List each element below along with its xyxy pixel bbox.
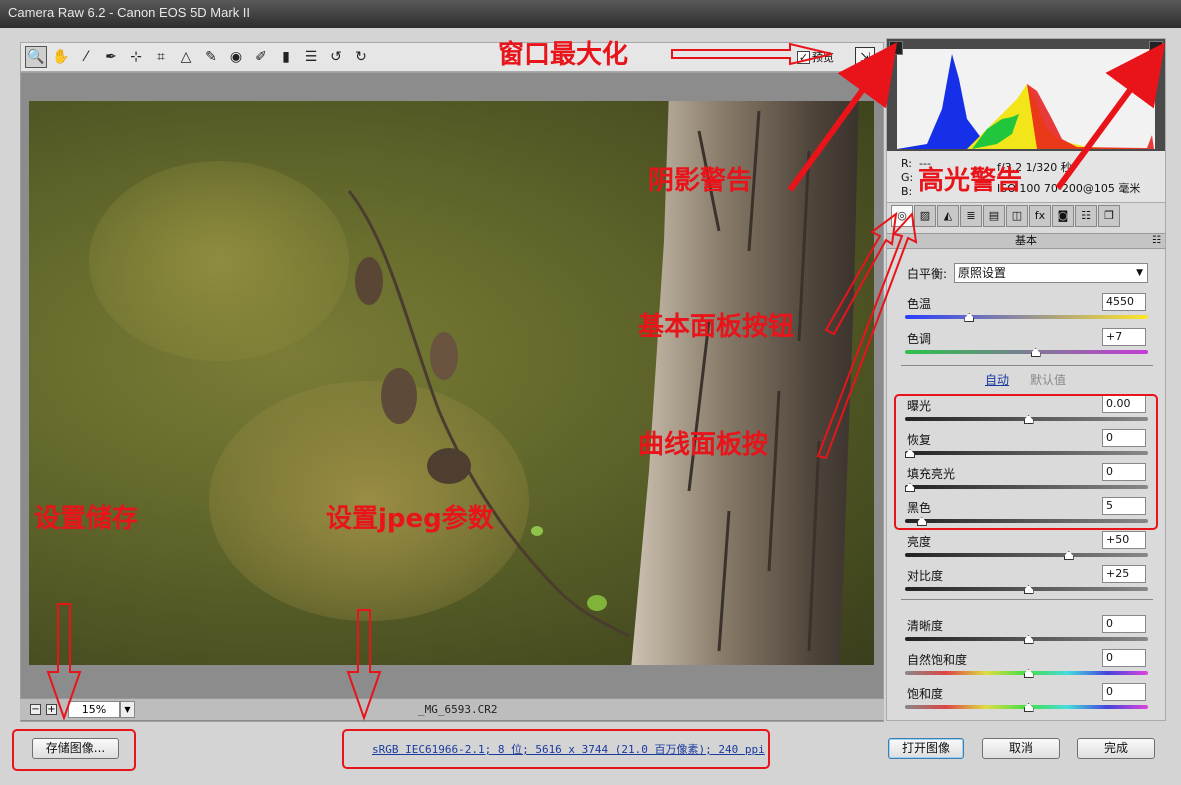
preview-checkbox[interactable]: ✓ [797, 50, 810, 64]
rotate-cw-icon[interactable]: ↻ [350, 46, 372, 68]
image-preview-area [20, 72, 884, 722]
annotation-save-settings: 设置储存 [34, 504, 139, 534]
slider-label: 色温 [907, 297, 932, 311]
histogram [887, 39, 1165, 151]
slider-label: 饱和度 [907, 687, 944, 701]
right-panel: R: --- G: B: f/3.2 1/320 秒 ISO 100 70-20… [886, 38, 1166, 721]
annotation-box-save [12, 729, 136, 771]
slider-value-field[interactable]: 0 [1102, 615, 1146, 633]
done-button[interactable]: 完成 [1077, 738, 1155, 759]
chevron-down-icon: ▼ [1136, 268, 1143, 278]
hand-icon[interactable]: ✋ [50, 46, 72, 68]
panel-tab-3-icon[interactable]: ≣ [960, 205, 982, 227]
slider-label: 对比度 [907, 569, 944, 583]
window-title: Camera Raw 6.2 - Canon EOS 5D Mark II [0, 0, 1181, 28]
panel-header: 基本 ☷ [887, 233, 1165, 249]
slider-label: 色调 [907, 332, 932, 346]
preview-toggle[interactable]: ✓ 预览 [797, 49, 834, 65]
panel-tabs: ◎ ▨ ◭ ≣ ▤ ◫ fx ◙ ☷ ❐ [891, 205, 1163, 231]
panel-tab-0-icon[interactable]: ◎ [891, 205, 913, 227]
white-balance-select[interactable]: 原照设置 ▼ [954, 263, 1148, 283]
shadow-clipping-warning-icon[interactable] [889, 41, 903, 55]
annotation-maximize: 窗口最大化 [498, 40, 629, 70]
panel-tab-8-icon[interactable]: ☷ [1075, 205, 1097, 227]
slider-value-field[interactable]: 0 [1102, 649, 1146, 667]
white-balance-icon[interactable]: ⁄ [75, 46, 97, 68]
target-adjust-icon[interactable]: ⊹ [125, 46, 147, 68]
branch-with-leaves [347, 190, 630, 638]
zoom-level-field[interactable]: 15% [68, 701, 120, 718]
white-balance-label: 白平衡: [907, 267, 948, 281]
panel-title: 基本 [1015, 234, 1037, 247]
tool-group: 🔍 ✋ ⁄ ✒ ⊹ ⌗ △ ✎ ◉ ✐ ▮ ☰ ↺ ↻ [25, 46, 375, 68]
preview-label: 预览 [812, 51, 834, 64]
annotation-box-tone-sliders [894, 394, 1158, 530]
fullscreen-toggle-icon[interactable]: ⇲ [855, 47, 875, 67]
open-image-button[interactable]: 打开图像 [888, 738, 964, 759]
annotation-basic-panel: 基本面板按钮 [638, 312, 795, 342]
color-sampler-icon[interactable]: ✒ [100, 46, 122, 68]
auto-link[interactable]: 自动 [985, 371, 1009, 388]
annotation-jpeg-settings: 设置jpeg参数 [326, 504, 494, 534]
slider-value-field[interactable]: +25 [1102, 565, 1146, 583]
status-bar: − + 15% ▼ _MG_6593.CR2 [20, 698, 884, 720]
annotation-box-workflow [342, 729, 770, 769]
slider-track[interactable] [905, 350, 1148, 354]
histogram-graph [887, 39, 1165, 151]
spot-removal-icon[interactable]: ✎ [200, 46, 222, 68]
annotation-curve-panel: 曲线面板按 [638, 430, 769, 460]
rotate-ccw-icon[interactable]: ↺ [325, 46, 347, 68]
slider-track[interactable] [905, 553, 1148, 557]
crop-icon[interactable]: ⌗ [150, 46, 172, 68]
r-label: R: [901, 157, 913, 170]
b-label: B: [901, 185, 913, 198]
toolbar: 🔍 ✋ ⁄ ✒ ⊹ ⌗ △ ✎ ◉ ✐ ▮ ☰ ↺ ↻ ✓ 预览 ⇲ [20, 42, 884, 72]
slider-track[interactable] [905, 315, 1148, 319]
panel-tab-2-icon[interactable]: ◭ [937, 205, 959, 227]
filename: _MG_6593.CR2 [418, 703, 498, 716]
panel-tab-1-icon[interactable]: ▨ [914, 205, 936, 227]
adjustment-brush-icon[interactable]: ✐ [250, 46, 272, 68]
panel-menu-icon[interactable]: ☷ [1152, 234, 1161, 248]
white-balance-value: 原照设置 [958, 266, 1007, 280]
g-label: G: [901, 171, 914, 184]
slider-value-field[interactable]: +7 [1102, 328, 1146, 346]
panel-tab-4-icon[interactable]: ▤ [983, 205, 1005, 227]
slider-value-field[interactable]: 4550 [1102, 293, 1146, 311]
zoom-out-button[interactable]: − [30, 704, 41, 715]
slider-label: 清晰度 [907, 619, 944, 633]
slider-label: 亮度 [907, 535, 932, 549]
divider [901, 599, 1153, 600]
panel-tab-6-icon[interactable]: fx [1029, 205, 1051, 227]
panel-tab-5-icon[interactable]: ◫ [1006, 205, 1028, 227]
slider-value-field[interactable]: +50 [1102, 531, 1146, 549]
slider-label: 自然饱和度 [907, 653, 968, 667]
annotation-shadow-warning: 阴影警告 [648, 166, 753, 196]
default-link[interactable]: 默认值 [1030, 371, 1066, 388]
cancel-button[interactable]: 取消 [982, 738, 1060, 759]
zoom-dropdown-icon[interactable]: ▼ [120, 701, 135, 718]
slider-value-field[interactable]: 0 [1102, 683, 1146, 701]
graduated-filter-icon[interactable]: ▮ [275, 46, 297, 68]
highlight-clipping-warning-icon[interactable] [1149, 41, 1163, 55]
zoom-in-button[interactable]: + [46, 704, 57, 715]
annotation-highlight-warning: 高光警告 [918, 166, 1023, 196]
straighten-icon[interactable]: △ [175, 46, 197, 68]
panel-tab-7-icon[interactable]: ◙ [1052, 205, 1074, 227]
bokeh-highlight [89, 161, 349, 361]
red-eye-icon[interactable]: ◉ [225, 46, 247, 68]
preferences-icon[interactable]: ☰ [300, 46, 322, 68]
divider [901, 365, 1153, 366]
zoom-icon[interactable]: 🔍 [25, 46, 47, 68]
panel-tab-9-icon[interactable]: ❐ [1098, 205, 1120, 227]
